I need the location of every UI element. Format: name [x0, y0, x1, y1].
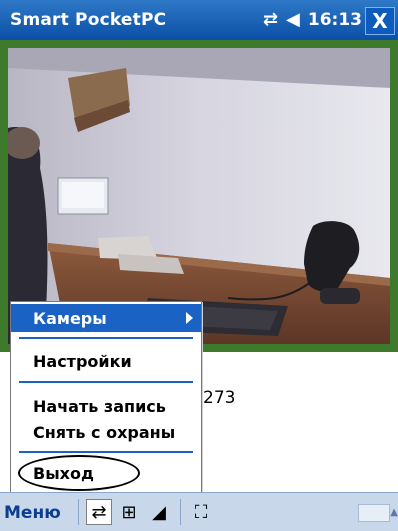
menu-item-settings[interactable]: Настройки [11, 347, 201, 375]
menu-separator [19, 381, 193, 383]
popup-menu: Камеры Настройки Начать запись Снять с о… [10, 301, 202, 493]
menu-separator [19, 337, 193, 339]
menu-item-label: Начать запись [33, 397, 166, 416]
connectivity-icon[interactable]: ⇄ [263, 11, 278, 29]
menubar-divider [78, 499, 79, 525]
status-area: ⇄ ◀︎ 16:13 [263, 10, 362, 30]
camera-view[interactable] [8, 48, 390, 344]
menu-item-disarm[interactable]: Снять с охраны [11, 418, 201, 446]
menu-item-label: Снять с охраны [33, 423, 176, 442]
submenu-arrow-icon [186, 312, 193, 324]
menu-softkey[interactable]: Меню [4, 503, 61, 523]
menu-item-label: Настройки [33, 352, 132, 371]
keyboard-icon[interactable] [358, 504, 390, 522]
chevron-up-icon[interactable]: ▲ [390, 507, 398, 518]
swap-arrows-icon[interactable]: ⇄ [86, 499, 112, 525]
volume-icon[interactable]: ◀︎ [286, 11, 300, 29]
menu-bar: Меню ⇄ ⊞ ◢ ⛶ ▲ [0, 492, 398, 531]
fullscreen-icon[interactable]: ⛶ [188, 499, 214, 525]
app-title: Smart PocketPC [10, 10, 167, 30]
signal-icon[interactable]: ◢ [146, 499, 172, 525]
clock[interactable]: 16:13 [308, 10, 362, 30]
title-bar: Smart PocketPC ⇄ ◀︎ 16:13 X [0, 0, 398, 40]
close-button[interactable]: X [365, 7, 395, 35]
menu-separator [19, 451, 193, 453]
menu-item-cameras[interactable]: Камеры [11, 304, 201, 332]
menubar-divider [180, 499, 181, 525]
fit-screen-icon[interactable]: ⊞ [116, 499, 142, 525]
exit-highlight-ring [18, 455, 140, 491]
menu-item-start-recording[interactable]: Начать запись [11, 392, 201, 420]
menu-item-label: Камеры [33, 309, 107, 328]
info-text: 273 [203, 388, 236, 408]
